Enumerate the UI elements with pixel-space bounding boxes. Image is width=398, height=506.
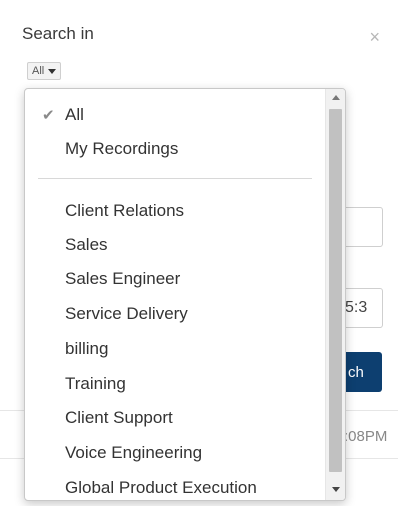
result-time: :08PM [344, 428, 388, 445]
scope-select-button[interactable]: All [27, 62, 62, 80]
option-separator [38, 178, 312, 179]
time-field[interactable]: 5:3 [340, 288, 383, 328]
close-icon[interactable]: × [369, 28, 380, 46]
scope-dropdown[interactable]: ✔ All My Recordings Client Relations Sal… [24, 88, 346, 501]
option-client-support[interactable]: Client Support [65, 408, 173, 428]
scrollbar-thumb[interactable] [329, 109, 342, 472]
checkmark-icon: ✔ [42, 107, 55, 124]
option-sales[interactable]: Sales [65, 235, 108, 255]
time-value: 5:3 [345, 299, 368, 316]
scroll-down-icon[interactable] [332, 487, 340, 492]
scope-selected-label: All [32, 65, 45, 77]
option-all[interactable]: All [65, 105, 84, 125]
option-voice-engineering[interactable]: Voice Engineering [65, 443, 202, 463]
search-button-label: ch [348, 363, 364, 381]
option-my-recordings[interactable]: My Recordings [65, 139, 178, 159]
scroll-up-icon[interactable] [332, 95, 340, 100]
chevron-down-icon [48, 68, 57, 74]
option-global-product-execution[interactable]: Global Product Execution [65, 478, 257, 498]
background-field-2[interactable] [340, 207, 383, 247]
search-button[interactable]: ch [342, 352, 382, 392]
option-sales-engineer[interactable]: Sales Engineer [65, 269, 180, 289]
dropdown-scrollbar[interactable] [325, 89, 345, 500]
option-training[interactable]: Training [65, 374, 126, 394]
option-billing[interactable]: billing [65, 339, 108, 359]
option-service-delivery[interactable]: Service Delivery [65, 304, 188, 324]
search-in-title: Search in [22, 24, 94, 43]
option-client-relations[interactable]: Client Relations [65, 201, 184, 221]
